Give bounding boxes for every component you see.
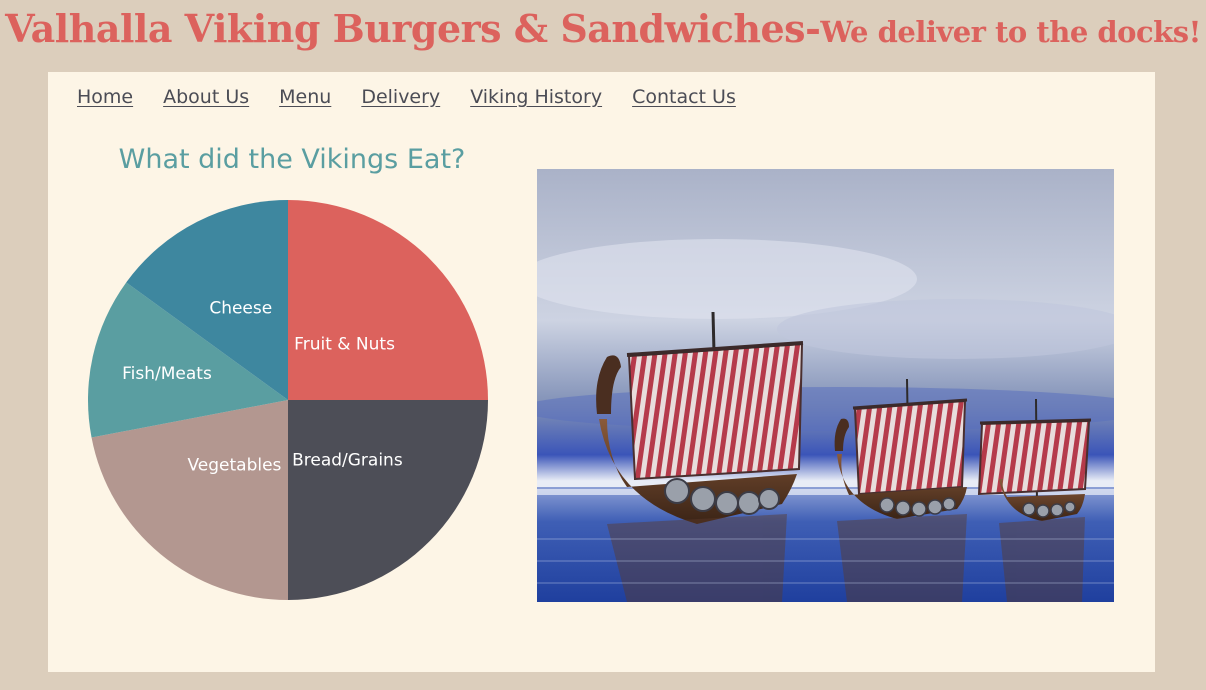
pie-slice-fruit-nuts (288, 200, 488, 400)
nav-link-home[interactable]: Home (77, 86, 133, 108)
nav-link-viking-history[interactable]: Viking History (470, 86, 602, 108)
pie-label-cheese: Cheese (209, 298, 272, 318)
pie-label-fruit-nuts: Fruit & Nuts (294, 334, 395, 354)
pie-label-bread-grains: Bread/Grains (292, 450, 403, 470)
water-reflection (607, 514, 1085, 602)
page: Valhalla Viking Burgers & Sandwiches-We … (0, 0, 1206, 690)
nav-link-contact-us[interactable]: Contact Us (632, 86, 736, 108)
pie-label-vegetables: Vegetables (187, 456, 281, 476)
viking-ships-image (537, 169, 1114, 602)
pie-label-fish-meats: Fish/Meats (122, 364, 212, 384)
site-tagline: We deliver to the docks! (820, 15, 1201, 49)
main-nav: Home About Us Menu Delivery Viking Histo… (77, 86, 736, 108)
nav-link-about-us[interactable]: About Us (163, 86, 249, 108)
viking-ships-illustration (537, 169, 1114, 602)
nav-link-menu[interactable]: Menu (279, 86, 331, 108)
nav-link-delivery[interactable]: Delivery (361, 86, 440, 108)
pie-chart-svg: Fruit & Nuts Bread/Grains Vegetables Fish/M… (88, 200, 488, 600)
site-title: Valhalla Viking Burgers & Sandwiches- (5, 6, 821, 51)
site-header: Valhalla Viking Burgers & Sandwiches-We … (0, 6, 1206, 51)
pie-chart: Fruit & Nuts Bread/Grains Vegetables Fish/M… (86, 198, 490, 602)
content-panel: Home About Us Menu Delivery Viking Histo… (48, 72, 1155, 672)
pie-chart-title: What did the Vikings Eat? (118, 144, 466, 175)
pie-slice-bread-grains (288, 400, 488, 600)
